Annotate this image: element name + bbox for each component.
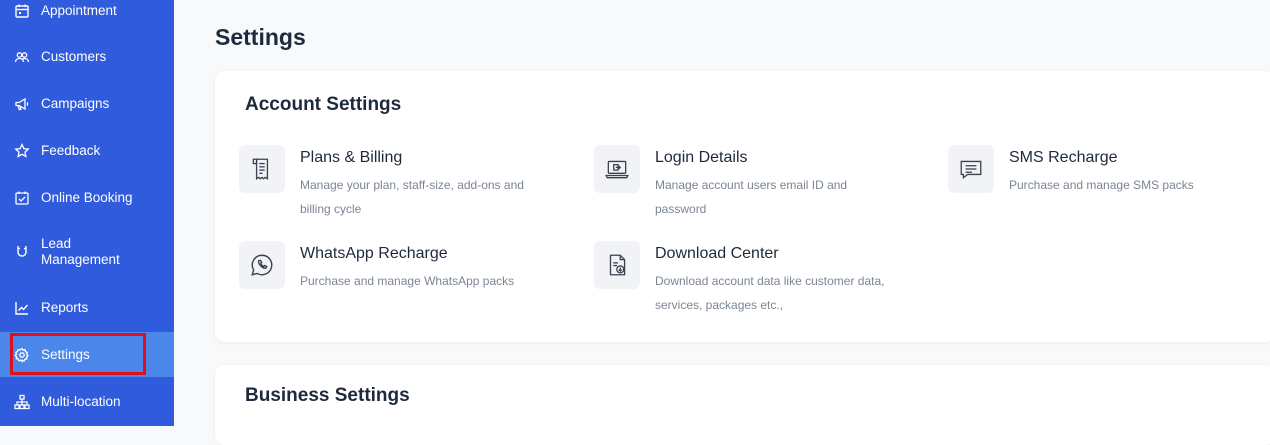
users-icon (13, 48, 31, 66)
tile-title: Plans & Billing (300, 149, 403, 166)
sidebar-item-label: Settings (41, 346, 90, 362)
tile-description: Manage account users email ID and passwo… (655, 178, 848, 216)
download-center-tile[interactable]: Download Center Download account data li… (594, 241, 894, 312)
star-icon (13, 142, 31, 160)
tile-description: Download account data like customer data… (655, 274, 885, 312)
sidebar-item-online-booking[interactable]: Online Booking (0, 178, 174, 218)
sms-recharge-tile[interactable]: SMS Recharge Purchase and manage SMS pac… (948, 145, 1248, 215)
card-title: Account Settings (245, 94, 402, 115)
sidebar-item-campaigns[interactable]: Campaigns (0, 84, 174, 124)
tile-description: Purchase and manage SMS packs (1009, 178, 1194, 192)
sidebar-item-label: Campaigns (41, 96, 110, 111)
sitemap-icon (13, 393, 31, 411)
sidebar-item-multi-location[interactable]: Multi-location (0, 382, 174, 422)
whatsapp-recharge-tile[interactable]: WhatsApp Recharge Purchase and manage Wh… (239, 241, 539, 311)
message-icon (948, 145, 994, 193)
sidebar-item-label: Online Booking (41, 190, 133, 205)
sidebar-item-label: Reports (41, 300, 89, 315)
laptop-login-icon (594, 145, 640, 193)
tile-title: Download Center (655, 245, 779, 262)
tile-description: Manage your plan, staff-size, add-ons an… (300, 178, 524, 216)
business-settings-card: Business Settings (215, 365, 1270, 445)
main-content: Settings Account Settings Plans & Billin… (174, 0, 1270, 445)
sidebar-item-label: Multi-location (41, 394, 121, 409)
card-title: Business Settings (245, 385, 410, 406)
page-title: Settings (215, 24, 306, 50)
sidebar-item-reports[interactable]: Reports (0, 288, 174, 328)
plans-billing-tile[interactable]: Plans & Billing Manage your plan, staff-… (239, 145, 539, 216)
magnet-icon (13, 243, 31, 261)
sidebar-item-feedback[interactable]: Feedback (0, 131, 174, 171)
sidebar-item-label: Appointment (41, 3, 117, 18)
sidebar-item-label: Lead Management (41, 236, 120, 267)
sidebar-item-label: Customers (41, 49, 107, 64)
megaphone-icon (13, 95, 31, 113)
whatsapp-icon (239, 241, 285, 289)
sidebar-item-lead-management[interactable]: Lead Management (0, 232, 174, 272)
file-download-icon (594, 241, 640, 289)
sidebar-item-settings[interactable]: Settings (0, 332, 174, 377)
calendar-icon (13, 2, 31, 20)
tile-description: Purchase and manage WhatsApp packs (300, 274, 515, 288)
calendar-check-icon (13, 189, 31, 207)
gear-icon (13, 346, 31, 364)
sidebar-item-label: Feedback (41, 143, 101, 158)
sidebar: Appointment Customers Campaigns Feedback… (0, 0, 174, 426)
login-details-tile[interactable]: Login Details Manage account users email… (594, 145, 894, 216)
tile-title: WhatsApp Recharge (300, 245, 448, 262)
tile-title: SMS Recharge (1009, 149, 1118, 166)
account-settings-card: Account Settings Plans & Billing Manage … (215, 71, 1270, 342)
tile-title: Login Details (655, 149, 748, 166)
sidebar-item-appointment[interactable]: Appointment (0, 1, 174, 21)
sidebar-item-customers[interactable]: Customers (0, 37, 174, 77)
chart-line-icon (13, 299, 31, 317)
receipt-icon (239, 145, 285, 193)
